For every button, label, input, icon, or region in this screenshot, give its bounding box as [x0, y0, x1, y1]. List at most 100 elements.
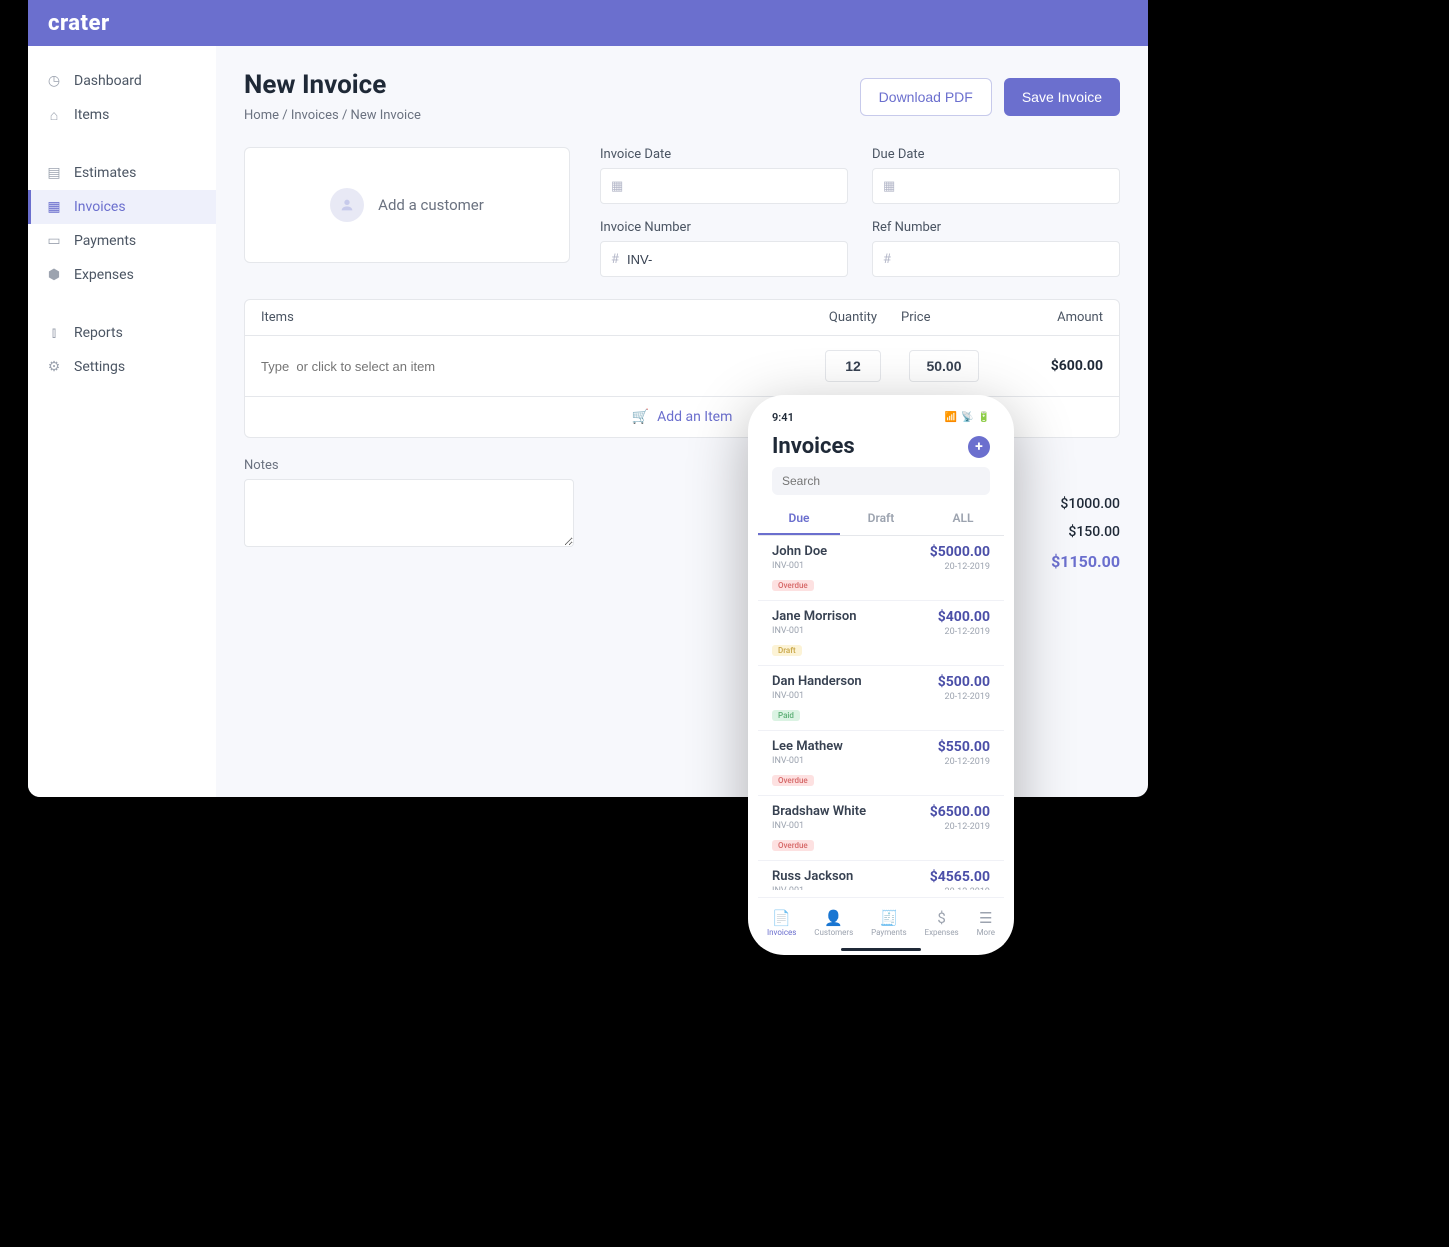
- sidebar-item-label: Items: [74, 107, 109, 123]
- invoice-number-label: Invoice Number: [600, 220, 848, 235]
- items-header-items: Items: [261, 310, 813, 325]
- sidebar-item-settings[interactable]: ⚙ Settings: [28, 350, 216, 384]
- due-date-input[interactable]: ▦: [872, 168, 1120, 204]
- breadcrumb-invoices[interactable]: Invoices: [291, 108, 339, 123]
- gear-icon: ⚙: [46, 359, 62, 375]
- ref-number-input[interactable]: #: [872, 241, 1120, 277]
- mobile-invoice-list[interactable]: John Doe INV-001 Overdue $5000.00 20-12-…: [758, 536, 1004, 890]
- mobile-invoice-item[interactable]: Jane Morrison INV-001 Draft $400.00 20-1…: [758, 601, 1004, 666]
- mobile-invoice-item[interactable]: John Doe INV-001 Overdue $5000.00 20-12-…: [758, 536, 1004, 601]
- mobile-invoice-item[interactable]: Russ Jackson INV-001 Overdue $4565.00 20…: [758, 861, 1004, 890]
- signal-icon: 📶: [945, 412, 957, 423]
- sidebar-item-label: Expenses: [74, 267, 134, 283]
- mobile-invoice-item[interactable]: Lee Mathew INV-001 Overdue $550.00 20-12…: [758, 731, 1004, 796]
- status-badge: Overdue: [772, 775, 814, 786]
- sidebar-item-reports[interactable]: ⫾ Reports: [28, 316, 216, 350]
- mobile-item-inv: INV-001: [772, 756, 843, 766]
- invoice-number-input[interactable]: #: [600, 241, 848, 277]
- mobile-item-date: 20-12-2019: [930, 887, 990, 890]
- sidebar-item-label: Invoices: [74, 199, 126, 215]
- sidebar: ◷ Dashboard ⌂ Items ▤ Estimates ▦ Invoic…: [28, 46, 216, 797]
- save-invoice-button[interactable]: Save Invoice: [1004, 78, 1120, 116]
- mobile-item-date: 20-12-2019: [938, 757, 990, 767]
- credit-card-icon: ▭: [46, 233, 62, 249]
- mobile-search[interactable]: [772, 467, 990, 495]
- mobile-item-inv: INV-001: [772, 821, 866, 831]
- breadcrumb-current: New Invoice: [351, 108, 421, 123]
- add-customer-label: Add a customer: [378, 196, 484, 214]
- mobile-item-inv: INV-001: [772, 626, 856, 636]
- mobile-item-name: Russ Jackson: [772, 869, 853, 884]
- gauge-icon: ◷: [46, 73, 62, 89]
- mobile-item-name: John Doe: [772, 544, 827, 559]
- mobile-time: 9:41: [772, 411, 794, 424]
- hash-icon: #: [883, 252, 891, 267]
- notes-textarea[interactable]: [244, 479, 574, 547]
- page-title: New Invoice: [244, 70, 421, 100]
- mobile-item-name: Jane Morrison: [772, 609, 856, 624]
- mobile-nav-expenses[interactable]: $Expenses: [925, 909, 959, 937]
- status-badge: Overdue: [772, 580, 814, 591]
- mobile-item-inv: INV-001: [772, 691, 862, 701]
- notes-label: Notes: [244, 458, 574, 473]
- sidebar-item-label: Reports: [74, 325, 123, 341]
- sidebar-item-invoices[interactable]: ▦ Invoices: [28, 190, 216, 224]
- subtotal-value: $1000.00: [1000, 496, 1120, 512]
- download-pdf-button[interactable]: Download PDF: [860, 78, 992, 116]
- grand-total-value: $1150.00: [1000, 552, 1120, 571]
- invoice-date-label: Invoice Date: [600, 147, 848, 162]
- mobile-preview: 9:41 📶 📡 🔋 Invoices + Due Draft ALL John…: [748, 395, 1014, 955]
- item-row: $600.00: [245, 336, 1119, 397]
- money-bag-icon: ⬢: [46, 267, 62, 283]
- add-customer-card[interactable]: Add a customer: [244, 147, 570, 263]
- mobile-item-date: 20-12-2019: [938, 692, 990, 702]
- user-avatar-icon: [330, 188, 364, 222]
- mobile-invoice-item[interactable]: Bradshaw White INV-001 Overdue $6500.00 …: [758, 796, 1004, 861]
- sidebar-item-items[interactable]: ⌂ Items: [28, 98, 216, 132]
- mobile-item-amount: $500.00: [938, 674, 990, 690]
- mobile-invoice-item[interactable]: Dan Handerson INV-001 Paid $500.00 20-12…: [758, 666, 1004, 731]
- mobile-item-name: Lee Mathew: [772, 739, 843, 754]
- sidebar-item-label: Estimates: [74, 165, 136, 181]
- sidebar-item-expenses[interactable]: ⬢ Expenses: [28, 258, 216, 292]
- cart-plus-icon: 🛒: [632, 409, 649, 425]
- calendar-icon: ▦: [611, 179, 623, 194]
- hash-icon: #: [611, 252, 619, 267]
- invoice-date-input[interactable]: ▦: [600, 168, 848, 204]
- home-indicator: [841, 948, 921, 951]
- status-badge: Paid: [772, 710, 800, 721]
- item-name-input[interactable]: [261, 359, 813, 374]
- receipt-icon: 🧾: [871, 909, 907, 927]
- mobile-search-input[interactable]: [782, 474, 980, 488]
- status-badge: Draft: [772, 645, 802, 656]
- mobile-tab-due[interactable]: Due: [758, 503, 840, 535]
- app-logo: crater: [48, 11, 110, 36]
- mobile-item-amount: $4565.00: [930, 869, 990, 885]
- mobile-nav-invoices[interactable]: 📄Invoices: [767, 909, 796, 937]
- invoice-icon: 📄: [767, 909, 796, 927]
- mobile-add-button[interactable]: +: [968, 436, 990, 458]
- mobile-nav-payments[interactable]: 🧾Payments: [871, 909, 907, 937]
- sidebar-item-payments[interactable]: ▭ Payments: [28, 224, 216, 258]
- items-header-amount: Amount: [983, 310, 1103, 325]
- mobile-item-inv: INV-001: [772, 886, 853, 890]
- mobile-status-icons: 📶 📡 🔋: [945, 412, 990, 423]
- sidebar-item-estimates[interactable]: ▤ Estimates: [28, 156, 216, 190]
- mobile-bottom-nav: 📄Invoices 👤Customers 🧾Payments $Expenses…: [758, 897, 1004, 947]
- breadcrumb-home[interactable]: Home: [244, 108, 279, 123]
- sidebar-item-label: Payments: [74, 233, 136, 249]
- mobile-item-amount: $550.00: [938, 739, 990, 755]
- mobile-item-inv: INV-001: [772, 561, 827, 571]
- sidebar-item-label: Dashboard: [74, 73, 142, 89]
- mobile-item-name: Dan Handerson: [772, 674, 862, 689]
- calendar-icon: ▦: [883, 179, 895, 194]
- mobile-nav-more[interactable]: ☰More: [977, 909, 995, 937]
- sidebar-item-dashboard[interactable]: ◷ Dashboard: [28, 64, 216, 98]
- mobile-nav-customers[interactable]: 👤Customers: [814, 909, 853, 937]
- sidebar-item-label: Settings: [74, 359, 125, 375]
- item-price-input[interactable]: [909, 350, 979, 382]
- item-qty-input[interactable]: [825, 350, 881, 382]
- document-icon: ▤: [46, 165, 62, 181]
- mobile-tab-draft[interactable]: Draft: [840, 503, 922, 535]
- mobile-tab-all[interactable]: ALL: [922, 503, 1004, 535]
